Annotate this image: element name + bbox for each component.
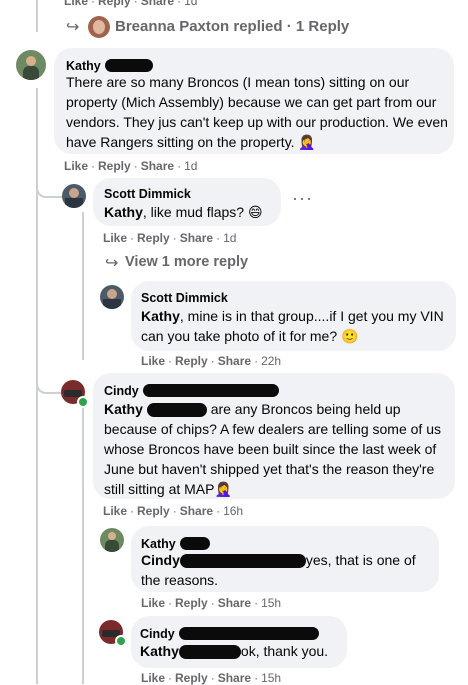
redaction — [105, 59, 154, 73]
reply-link[interactable]: Reply — [175, 354, 208, 368]
thread-line — [36, 0, 38, 32]
redaction — [179, 554, 306, 569]
thread-line — [82, 408, 84, 684]
comment-text: Cindy yes, that is one of the reasons. — [141, 550, 436, 590]
share-link[interactable]: Share — [218, 671, 251, 685]
comment-actions: Like · Reply · Share · 16h — [103, 504, 244, 518]
reply-link[interactable]: Reply — [137, 504, 170, 518]
redaction — [143, 384, 280, 398]
online-status-icon — [77, 396, 89, 408]
share-link[interactable]: Share — [141, 0, 174, 8]
avatar[interactable] — [100, 528, 124, 552]
reply-link[interactable]: Reply — [98, 0, 131, 8]
comment-author[interactable]: Kathy — [66, 59, 101, 73]
timestamp[interactable]: 22h — [261, 354, 281, 368]
redaction — [178, 645, 241, 660]
comment-bubble: Scott Dimmick Kathy, like mud flaps? 😄 — [93, 178, 281, 226]
thread-curve — [36, 378, 62, 394]
comment-bubble: Kathy Cindy yes, that is one of the reaso… — [131, 526, 439, 592]
comment-actions: Like · Reply · Share · 15h — [141, 596, 282, 610]
replier-name: Breanna Paxton — [115, 18, 230, 35]
mention[interactable]: Kathy — [141, 308, 180, 324]
timestamp[interactable]: 15h — [261, 596, 281, 610]
timestamp[interactable]: 1d — [184, 159, 197, 173]
avatar[interactable] — [88, 16, 110, 38]
like-link[interactable]: Like — [103, 231, 127, 245]
like-link[interactable]: Like — [141, 596, 165, 610]
mention[interactable]: Kathy — [104, 401, 143, 417]
comment-author[interactable]: Kathy — [141, 537, 176, 551]
comment-author[interactable]: Scott Dimmick — [104, 187, 191, 201]
reply-link[interactable]: Reply — [137, 231, 170, 245]
comment-text: Kathy are any Broncos being held up beca… — [104, 399, 449, 499]
reply-link[interactable]: Reply — [175, 596, 208, 610]
comment-body: , mine is in that group....if I get you … — [141, 308, 444, 344]
reply-link[interactable]: Reply — [98, 159, 131, 173]
reply-arrow-icon: ↪ — [66, 19, 80, 36]
thread-curve — [36, 180, 64, 198]
comment-author[interactable]: Scott Dimmick — [141, 291, 228, 305]
replies-count: replied · 1 Reply — [233, 18, 350, 35]
share-link[interactable]: Share — [218, 354, 251, 368]
comment-author[interactable]: Cindy — [140, 627, 175, 641]
reply-link[interactable]: Reply — [175, 671, 208, 685]
comment-actions: Like · Reply · Share · 1d — [64, 159, 198, 173]
reply-arrow-icon: ↪ — [105, 255, 119, 272]
replies-link[interactable]: Breanna Paxton replied · 1 Reply — [115, 18, 349, 35]
comment-bubble: Cindy Kathy are any Broncos being held u… — [93, 373, 455, 499]
online-status-icon — [115, 635, 127, 647]
redaction — [179, 627, 320, 641]
comment-text: Kathy, mine is in that group....if I get… — [141, 306, 449, 346]
mention[interactable]: Kathy — [140, 643, 179, 659]
avatar[interactable] — [100, 285, 124, 309]
like-link[interactable]: Like — [141, 354, 165, 368]
mention[interactable]: Kathy — [104, 204, 143, 220]
share-link[interactable]: Share — [180, 231, 213, 245]
timestamp[interactable]: 15h — [261, 671, 281, 685]
comment-text: Kathy, like mud flaps? 😄 — [104, 202, 263, 222]
timestamp[interactable]: 1d — [184, 0, 197, 8]
avatar[interactable] — [16, 50, 46, 80]
timestamp[interactable]: 1d — [223, 231, 236, 245]
comment-author[interactable]: Cindy — [104, 384, 139, 398]
share-link[interactable]: Share — [141, 159, 174, 173]
like-link[interactable]: Like — [64, 0, 88, 8]
redaction — [180, 537, 211, 551]
comment-bubble: Kathy There are so many Broncos (I mean … — [54, 48, 454, 154]
avatar[interactable] — [62, 184, 86, 208]
comment-text: There are so many Broncos (I mean tons) … — [66, 74, 448, 150]
like-link[interactable]: Like — [141, 671, 165, 685]
comment-body: , like mud flaps? 😄 — [142, 204, 263, 220]
redaction — [146, 403, 207, 418]
comment-body: ok, thank you. — [240, 643, 329, 659]
comment-actions: Like · Reply · Share · 1d — [103, 231, 237, 245]
comment-text: Kathy ok, thank you. — [140, 641, 328, 661]
more-options-icon[interactable]: ··· — [292, 188, 313, 209]
comment-actions: Like · Reply · Share · 15h — [141, 671, 282, 685]
comment-bubble: Cindy Kathy ok, thank you. — [131, 616, 347, 668]
share-link[interactable]: Share — [180, 504, 213, 518]
comment-bubble: Scott Dimmick Kathy, mine is in that gro… — [131, 281, 456, 351]
like-link[interactable]: Like — [103, 504, 127, 518]
comment-actions: Like · Reply · Share · 22h — [141, 354, 282, 368]
thread-line — [82, 212, 84, 360]
mention[interactable]: Cindy — [141, 552, 180, 568]
comment-actions: Like · Reply · Share · 1d — [64, 0, 197, 8]
like-link[interactable]: Like — [64, 159, 88, 173]
share-link[interactable]: Share — [218, 596, 251, 610]
view-more-replies-link[interactable]: View 1 more reply — [125, 254, 248, 270]
timestamp[interactable]: 16h — [223, 504, 243, 518]
